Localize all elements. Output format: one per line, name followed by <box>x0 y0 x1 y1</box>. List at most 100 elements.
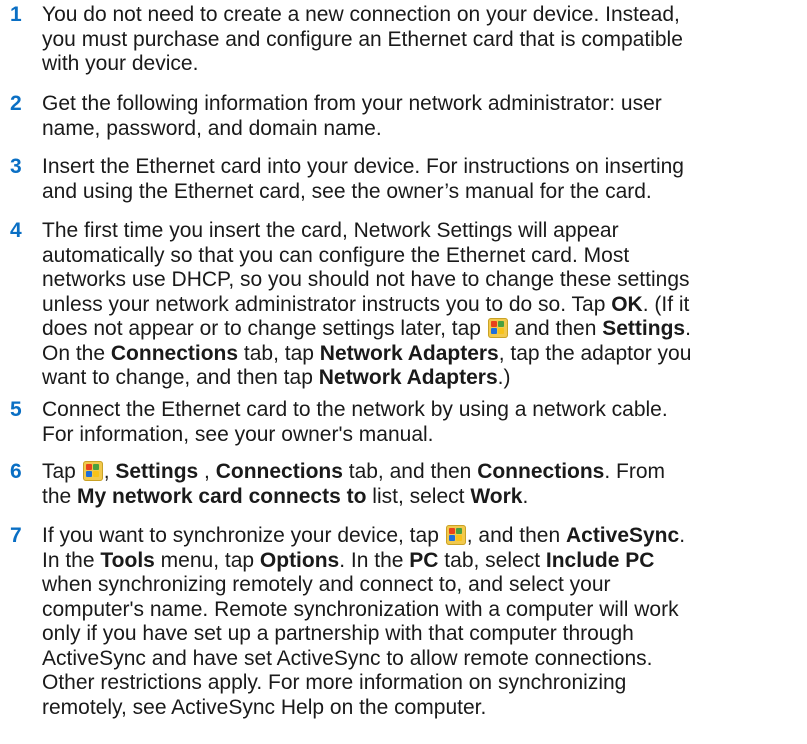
text-line: Other restrictions apply. For more infor… <box>42 671 802 696</box>
ui-term: Include PC <box>545 548 655 572</box>
ui-term: Connections <box>110 341 239 365</box>
ui-term: Work <box>470 484 523 508</box>
text-line: does not appear or to change settings la… <box>42 317 802 342</box>
text-line: remotely, see ActiveSync Help on the com… <box>42 696 802 721</box>
text-run: For information, see your owner's manual… <box>42 422 434 446</box>
text-line: with your device. <box>42 52 802 77</box>
text-line: In the Tools menu, tap Options. In the P… <box>42 549 802 574</box>
text-line: You do not need to create a new connecti… <box>42 3 802 28</box>
text-run: If you want to synchronize your device, … <box>42 524 445 547</box>
text-line: only if you have set up a partnership wi… <box>42 622 802 647</box>
step-number: 1 <box>10 3 22 26</box>
text-run: with your device. <box>42 52 199 75</box>
text-run: Tap <box>42 460 82 483</box>
text-run: , and then <box>466 524 566 547</box>
step-text: Get the following information from your … <box>42 92 802 141</box>
text-line: networks use DHCP, so you should not hav… <box>42 268 802 293</box>
step-number: 5 <box>10 398 22 421</box>
text-line: when synchronizing remotely and connect … <box>42 573 802 598</box>
text-line: and using the Ethernet card, see the own… <box>42 180 802 205</box>
step-text: Tap , Settings , Connections tab, and th… <box>42 460 802 509</box>
step-number: 2 <box>10 92 22 115</box>
text-line: On the Connections tab, tap Network Adap… <box>42 342 802 367</box>
ui-term: My network card connects to <box>77 484 367 508</box>
start-icon <box>487 318 508 338</box>
text-line: ActiveSync and have set ActiveSync to al… <box>42 647 802 672</box>
text-run: and using the Ethernet card, see the own… <box>42 179 652 203</box>
step-text: You do not need to create a new connecti… <box>42 3 802 77</box>
text-run: and then <box>508 317 603 340</box>
text-run: tab, select <box>438 548 546 572</box>
text-run: , <box>103 460 116 483</box>
text-run: list, select <box>366 484 471 508</box>
text-run: . <box>522 484 529 508</box>
text-run: . From <box>604 460 666 483</box>
text-run: You do not need to create a new connecti… <box>42 3 680 26</box>
text-run: computer's name. Remote synchronization … <box>42 597 679 621</box>
step-text: If you want to synchronize your device, … <box>42 524 802 720</box>
text-run: unless your network administrator instru… <box>42 292 612 316</box>
ui-term: ActiveSync <box>565 524 680 547</box>
step-number: 4 <box>10 219 22 242</box>
step-text: The first time you insert the card, Netw… <box>42 219 802 391</box>
text-run: In the <box>42 548 101 572</box>
text-line: want to change, and then tap Network Ada… <box>42 366 802 391</box>
text-run: Other restrictions apply. For more infor… <box>42 671 627 694</box>
text-line: The first time you insert the card, Netw… <box>42 219 802 244</box>
ui-term: OK <box>611 292 643 316</box>
text-run: remotely, see ActiveSync Help on the com… <box>42 695 487 719</box>
text-run: name, password, and domain name. <box>42 116 382 140</box>
text-line: If you want to synchronize your device, … <box>42 524 802 549</box>
text-run: The first time you insert the card, Netw… <box>42 219 619 242</box>
text-line: Get the following information from your … <box>42 92 802 117</box>
text-line: you must purchase and configure an Ether… <box>42 28 802 53</box>
text-run: automatically so that you can configure … <box>42 243 630 267</box>
ui-term: Connections <box>215 460 343 483</box>
text-line: unless your network administrator instru… <box>42 293 802 318</box>
text-line: automatically so that you can configure … <box>42 244 802 269</box>
start-icon <box>445 525 466 545</box>
text-run: ActiveSync and have set ActiveSync to al… <box>42 646 653 670</box>
text-run: .) <box>497 366 511 389</box>
text-run: want to change, and then tap <box>42 366 319 389</box>
step-text: Insert the Ethernet card into your devic… <box>42 155 802 204</box>
ui-term: PC <box>409 548 439 572</box>
text-line: name, password, and domain name. <box>42 117 802 142</box>
text-run: networks use DHCP, so you should not hav… <box>42 268 690 291</box>
step-number: 6 <box>10 460 22 483</box>
text-run: Connect the Ethernet card to the network… <box>42 398 668 421</box>
text-run: does not appear or to change settings la… <box>42 317 487 340</box>
text-run: only if you have set up a partnership wi… <box>42 622 634 645</box>
text-run: the <box>42 484 78 508</box>
text-line: Insert the Ethernet card into your devic… <box>42 155 802 180</box>
text-run: . <box>685 317 691 340</box>
text-run: you must purchase and configure an Ether… <box>42 27 683 51</box>
step-number: 3 <box>10 155 22 178</box>
text-run: . <box>679 524 686 547</box>
ui-term: Settings <box>602 317 686 340</box>
text-run: tab, and then <box>342 460 478 483</box>
text-run: . (If it <box>642 292 690 316</box>
text-line: For information, see your owner's manual… <box>42 423 802 448</box>
start-icon <box>82 461 103 481</box>
ui-term: Connections <box>477 460 605 483</box>
ui-term: Settings <box>115 460 199 483</box>
text-run: , <box>198 460 216 483</box>
text-run: Insert the Ethernet card into your devic… <box>42 155 684 178</box>
text-line: the My network card connects to list, se… <box>42 485 802 510</box>
text-run: , tap the adaptor you <box>498 341 692 365</box>
step-number: 7 <box>10 524 22 547</box>
text-run: On the <box>42 341 111 365</box>
text-line: Connect the Ethernet card to the network… <box>42 398 802 423</box>
text-run: tab, tap <box>238 341 320 365</box>
ui-term: Network Adapters <box>319 341 499 365</box>
ui-term: Network Adapters <box>318 366 498 389</box>
text-run: Get the following information from your … <box>42 92 662 115</box>
text-run: when synchronizing remotely and connect … <box>42 573 611 596</box>
text-run: menu, tap <box>154 548 260 572</box>
text-line: Tap , Settings , Connections tab, and th… <box>42 460 802 485</box>
text-line: computer's name. Remote synchronization … <box>42 598 802 623</box>
ui-term: Options <box>259 548 340 572</box>
ui-term: Tools <box>100 548 155 572</box>
step-text: Connect the Ethernet card to the network… <box>42 398 802 447</box>
